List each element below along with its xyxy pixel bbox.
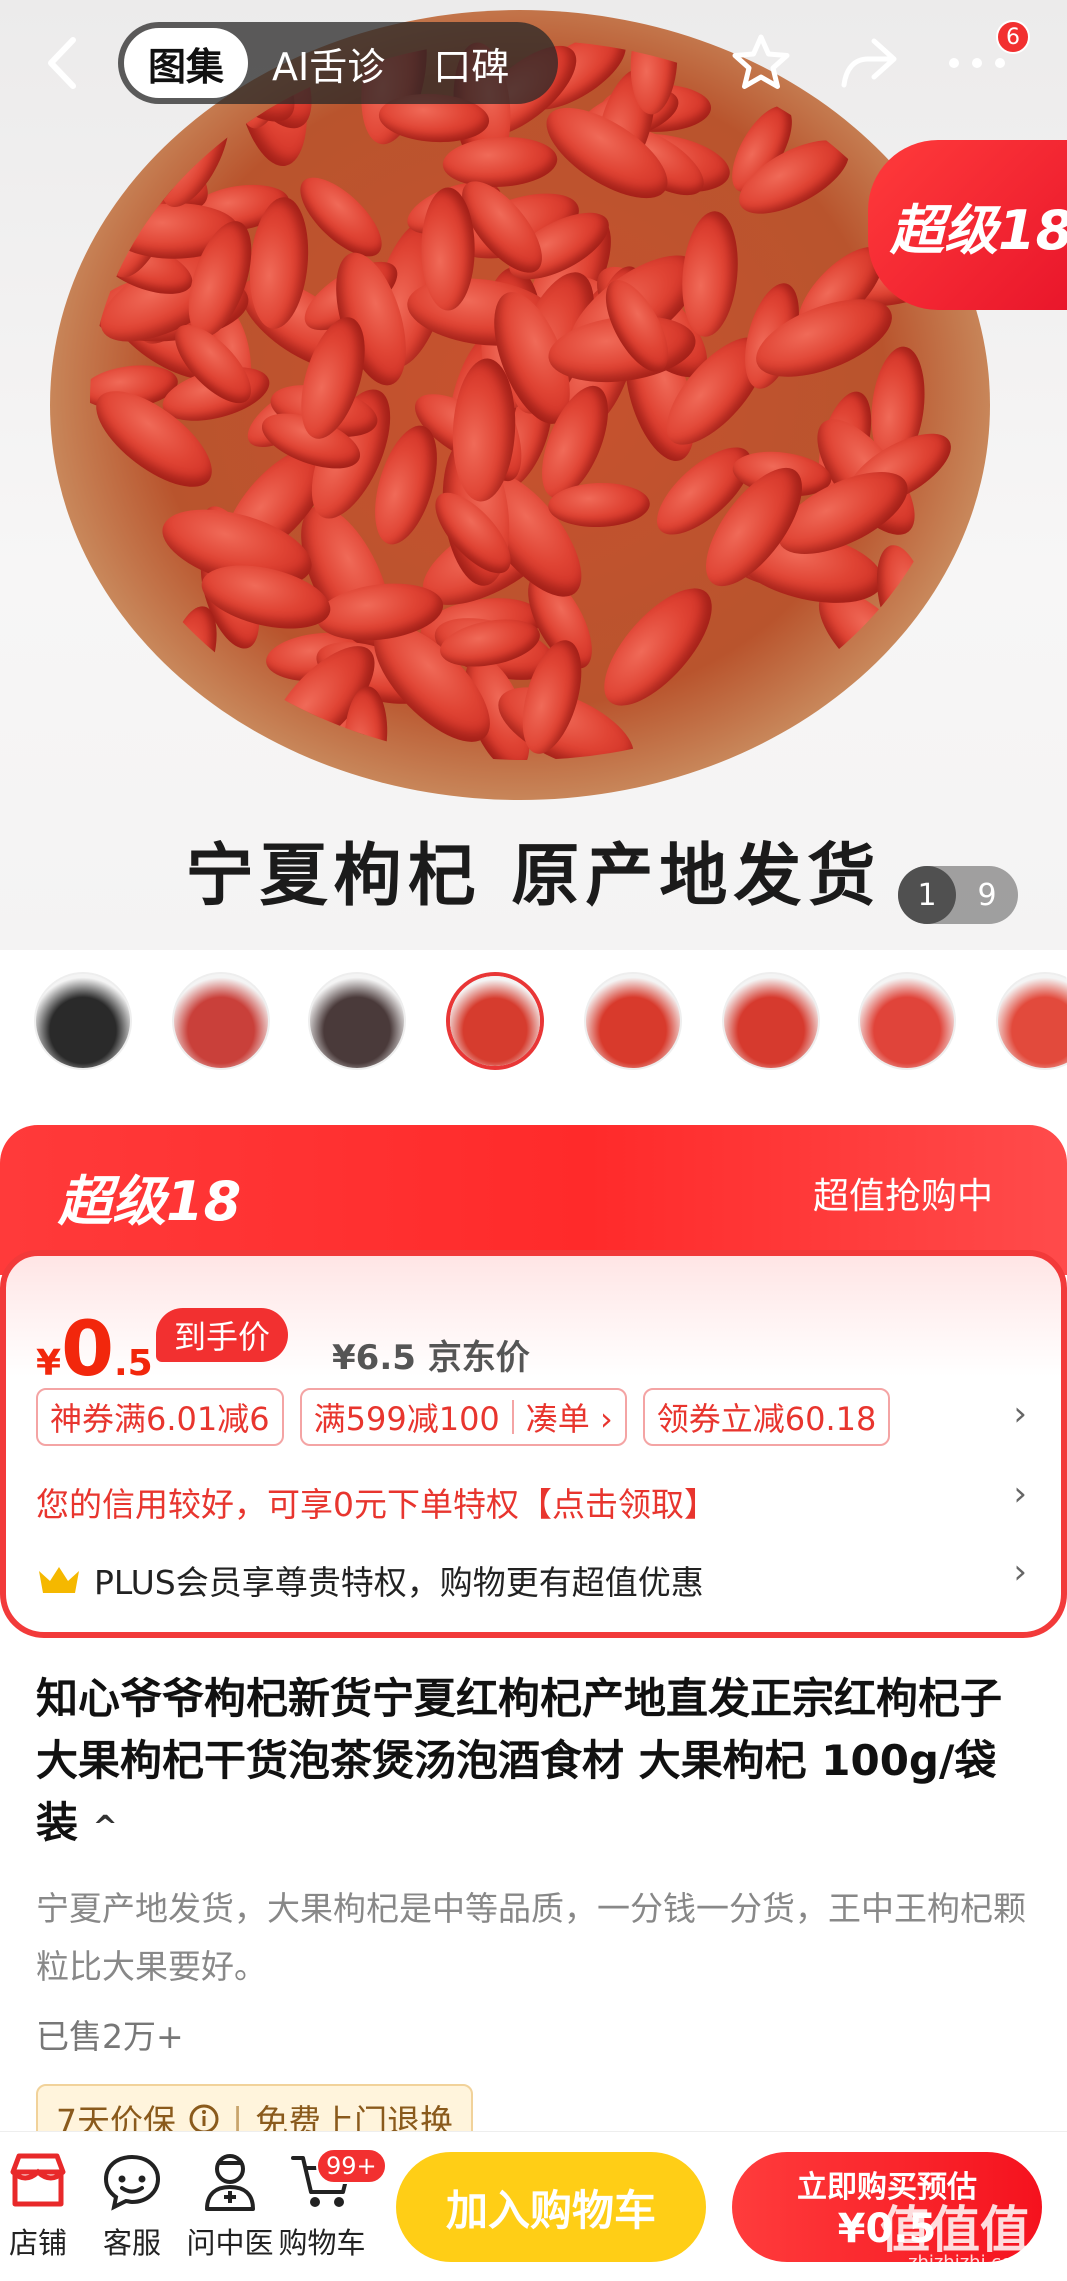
bottom-action-bar: 店铺 客服 问中医 购物车 99+ 加入购物车 立即购买预估 ¥0.5 值值值 … bbox=[0, 2131, 1067, 2281]
final-price-tag: 到手价 bbox=[156, 1308, 289, 1362]
tab-ai-tongue[interactable]: AI舌诊 bbox=[248, 28, 409, 98]
thumbnail-6[interactable] bbox=[722, 972, 820, 1070]
doctor-icon bbox=[205, 2154, 255, 2211]
favorite-button[interactable] bbox=[726, 28, 796, 98]
product-title: 知心爷爷枸杞新货宁夏红枸杞产地直发正宗红枸杞子大果枸杞干货泡茶煲汤泡酒食材 大果… bbox=[36, 1674, 1003, 1847]
final-price: ¥ 0 .5 bbox=[36, 1304, 153, 1393]
coupon-full-reduction[interactable]: 满599减100 凑单 › bbox=[299, 1388, 627, 1446]
goji-berry bbox=[547, 482, 651, 529]
deal-status: 超值抢购中 bbox=[812, 1176, 993, 1217]
thumbnail-4[interactable] bbox=[446, 972, 544, 1070]
tab-gallery[interactable]: 图集 bbox=[124, 28, 249, 98]
thumbnail-5[interactable] bbox=[584, 972, 682, 1070]
deal-title: 超级18 bbox=[58, 1170, 242, 1233]
coupon-shenquan[interactable]: 神券满6.01减6 bbox=[36, 1388, 284, 1446]
watermark-url: zhizhizhi.com bbox=[908, 2252, 1030, 2273]
coupon-arrow-icon[interactable]: › bbox=[1013, 1394, 1027, 1434]
thumbnail-image bbox=[450, 976, 540, 1066]
thumbnail-image bbox=[860, 974, 954, 1068]
page-total: 9 bbox=[977, 877, 997, 913]
nav-ask-doctor[interactable]: 问中医 bbox=[180, 2142, 280, 2262]
super18-badge: 超级18 bbox=[868, 140, 1067, 310]
plus-membership-row[interactable]: PLUS会员享尊贵特权，购物更有超值优惠 bbox=[36, 1556, 704, 1604]
coupon-row[interactable]: 神券满6.01减6 满599减100 凑单 › 领券立减60.18 bbox=[36, 1388, 891, 1446]
gallery-tabs: 图集 AI舌诊 口碑 bbox=[118, 22, 558, 104]
product-image-gallery[interactable]: 宁夏枸杞 原产地发货 超级18 1 9 bbox=[0, 0, 1067, 950]
add-on-link[interactable]: 凑单 › bbox=[526, 1394, 613, 1440]
goji-berry bbox=[441, 134, 559, 191]
page-current: 1 bbox=[898, 866, 956, 924]
cart-count-badge: 99+ bbox=[316, 2148, 387, 2184]
share-button[interactable] bbox=[834, 28, 904, 98]
more-dots-icon bbox=[949, 58, 1005, 68]
chat-icon bbox=[103, 2154, 161, 2211]
chevron-left-icon bbox=[48, 37, 76, 89]
credit-privilege-link[interactable]: 您的信用较好，可享0元下单特权【点击领取】 bbox=[36, 1478, 717, 1526]
goji-berry bbox=[677, 208, 743, 339]
thumbnail-1[interactable] bbox=[34, 972, 132, 1070]
thumbnail-7[interactable] bbox=[858, 972, 956, 1070]
thumbnail-8[interactable] bbox=[996, 972, 1067, 1070]
top-bar: 图集 AI舌诊 口碑 6 bbox=[0, 0, 1067, 130]
goji-berry bbox=[421, 187, 475, 311]
star-icon bbox=[732, 34, 790, 89]
add-to-cart-button[interactable]: 加入购物车 bbox=[396, 2152, 706, 2262]
thumbnail-image bbox=[724, 974, 818, 1068]
thumbnail-3[interactable] bbox=[308, 972, 406, 1070]
coupon-instant[interactable]: 领券立减60.18 bbox=[642, 1388, 891, 1446]
plus-arrow-icon[interactable]: › bbox=[1013, 1552, 1027, 1592]
thumbnail-image bbox=[310, 974, 404, 1068]
thumbnail-strip bbox=[0, 950, 1067, 1100]
back-button[interactable] bbox=[32, 28, 92, 98]
share-icon bbox=[841, 38, 897, 88]
tab-reviews[interactable]: 口碑 bbox=[409, 28, 533, 98]
credit-arrow-icon[interactable]: › bbox=[1013, 1474, 1027, 1514]
store-icon bbox=[10, 2153, 66, 2207]
product-description: 宁夏产地发货，大果枸杞是中等品质，一分钱一分货，王中王枸杞颗粒比大果要好。 bbox=[36, 1889, 1026, 1986]
collapse-icon[interactable]: ^ bbox=[93, 1810, 118, 1845]
goji-berries-image bbox=[90, 40, 960, 760]
thumbnail-image bbox=[174, 974, 268, 1068]
thumbnail-image bbox=[998, 974, 1067, 1068]
message-count-badge: 6 bbox=[996, 20, 1030, 54]
nav-customer-service[interactable]: 客服 bbox=[82, 2142, 182, 2262]
crown-icon bbox=[39, 1567, 79, 1593]
thumbnail-image bbox=[36, 974, 130, 1068]
thumbnail-image bbox=[586, 974, 680, 1068]
jd-price: ¥6.5 京东价 bbox=[332, 1338, 530, 1378]
thumbnail-2[interactable] bbox=[172, 972, 270, 1070]
nav-store[interactable]: 店铺 bbox=[0, 2142, 88, 2262]
sold-count: 已售2万+ bbox=[36, 2017, 184, 2056]
image-page-counter: 1 9 bbox=[898, 866, 1018, 924]
goji-berry bbox=[586, 571, 731, 723]
price-card: ¥ 0 .5 到手价 ¥6.5 京东价 神券满6.01减6 满599减100 凑单… bbox=[0, 1250, 1067, 1638]
